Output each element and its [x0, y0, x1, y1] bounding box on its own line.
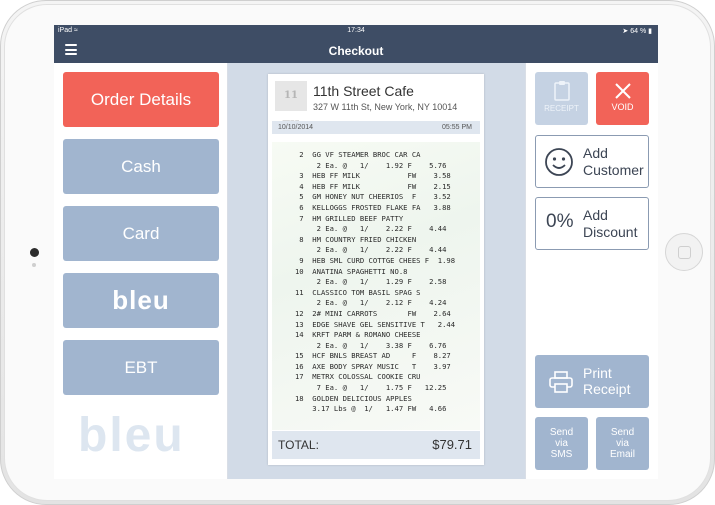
- top-nav: Checkout: [54, 38, 658, 63]
- receipt-line: 5 GM HONEY NUT CHEERIOS F 3.52: [282, 192, 451, 202]
- receipt-line: 2 GG VF STEAMER BROC CAR CA: [282, 150, 421, 159]
- receipt-line: 2 Ea. @ 1/ 2.12 F 4.24: [282, 298, 447, 308]
- send-email-button[interactable]: Send via Email: [596, 417, 649, 470]
- void-button[interactable]: VOID: [596, 72, 649, 125]
- add-discount-label: Add Discount: [583, 207, 638, 240]
- void-button-label: VOID: [611, 102, 634, 112]
- receipt-line: 2 Ea. @ 1/ 1.92 F 5.76: [282, 160, 447, 170]
- receipt-total-bar: TOTAL: $79.71: [272, 431, 480, 459]
- app-screen: iPad ≈ 17:34 ➤ 64 % ▮ Checkout Order Det…: [54, 25, 658, 479]
- receipt-line: 2 Ea. @ 1/ 2.22 F 4.44: [282, 224, 447, 234]
- store-logo: 11 TH: [275, 81, 307, 131]
- payment-methods-panel: Order Details Cash Card bleu EBT bleu: [54, 63, 228, 479]
- home-button[interactable]: [665, 233, 703, 271]
- camera: [30, 248, 39, 257]
- print-receipt-label: Print Receipt: [583, 365, 631, 397]
- add-customer-label: Add Customer: [583, 145, 644, 178]
- receipt-time: 05:55 PM: [442, 124, 472, 131]
- actions-panel: RECEIPT VOID Add Customer 0% Add Discoun…: [525, 63, 658, 479]
- sensor: [32, 263, 36, 267]
- receipt-line: 17 METRX COLOSSAL COOKIE CRU: [282, 372, 421, 382]
- receipt-line: 16 AXE BODY SPRAY MUSIC T 3.97: [282, 361, 451, 371]
- receipt-line: 3 HEB FF MILK FW 3.58: [282, 171, 451, 181]
- total-value: $79.71: [432, 437, 472, 452]
- receipt-lines: 2 GG VF STEAMER BROC CAR CA 2 Ea. @ 1/ 1…: [272, 142, 480, 415]
- order-details-button[interactable]: Order Details: [63, 72, 219, 127]
- receipt-line: 6 KELLOGGS FROSTED FLAKE FA 3.88: [282, 202, 451, 212]
- receipt-line: 11 CLASSICO TOM BASIL SPAG S: [282, 287, 421, 297]
- store-address: 327 W 11th St, New York, NY 10014: [313, 102, 458, 112]
- receipt-line: 8 HM COUNTRY FRIED CHICKEN: [282, 234, 417, 244]
- battery-level: 64 %: [630, 28, 647, 35]
- receipt-line: 9 HEB SML CURD COTTGE CHEES F 1.98: [282, 255, 456, 265]
- clock: 17:34: [347, 27, 365, 34]
- cash-button[interactable]: Cash: [63, 139, 219, 194]
- receipt-line: 3.17 Lbs @ 1/ 1.47 FW 4.66: [282, 404, 447, 414]
- receipt-line: 2 Ea. @ 1/ 3.38 F 6.76: [282, 340, 447, 350]
- bleu-watermark: bleu: [78, 409, 185, 462]
- bleu-logo: bleu: [112, 285, 170, 315]
- receipt-line: 15 HCF BNLS BREAST AD F 8.27: [282, 351, 451, 361]
- card-button[interactable]: Card: [63, 206, 219, 261]
- add-discount-button[interactable]: 0% Add Discount: [535, 197, 649, 250]
- receipt-line: 14 KRFT PARM & ROMANO CHEESE: [282, 330, 421, 340]
- send-sms-button[interactable]: Send via SMS: [535, 417, 588, 470]
- receipt: 11 TH 11th Street Cafe 327 W 11th St, Ne…: [268, 74, 484, 465]
- print-receipt-button[interactable]: Print Receipt: [535, 355, 649, 408]
- receipt-line: 13 EDGE SHAVE GEL SENSITIVE T 2.44: [282, 319, 456, 329]
- home-square-icon: [678, 246, 691, 259]
- receipt-date: 10/10/2014: [278, 124, 314, 131]
- smiley-icon: [545, 148, 573, 176]
- bleu-button[interactable]: bleu: [63, 273, 219, 328]
- receipt-button-label: RECEIPT: [544, 104, 579, 113]
- add-customer-button[interactable]: Add Customer: [535, 135, 649, 188]
- receipt-line: 4 HEB FF MILK FW 2.15: [282, 181, 451, 191]
- status-bar: iPad ≈ 17:34 ➤ 64 % ▮: [54, 25, 658, 38]
- ebt-button[interactable]: EBT: [63, 340, 219, 395]
- receipt-preview-area: 11 TH 11th Street Cafe 327 W 11th St, Ne…: [228, 63, 525, 479]
- receipt-items: 2 GG VF STEAMER BROC CAR CA 2 Ea. @ 1/ 1…: [272, 142, 480, 430]
- receipt-line: 10 ANATINA SPAGHETTI NO.8: [282, 266, 408, 276]
- total-label: TOTAL:: [278, 438, 319, 452]
- receipt-line: 2 Ea. @ 1/ 1.29 F 2.58: [282, 277, 447, 287]
- receipt-line: 7 HM GRILLED BEEF PATTY: [282, 213, 404, 223]
- discount-percent: 0%: [546, 211, 574, 232]
- status-right: ➤ 64 % ▮: [622, 27, 652, 35]
- receipt-line: 2 Ea. @ 1/ 2.22 F 4.44: [282, 245, 447, 255]
- printer-icon: [549, 371, 573, 393]
- receipt-line: 7 Ea. @ 1/ 1.75 F 12.25: [282, 383, 447, 393]
- bluetooth-icon: ➤: [622, 28, 629, 35]
- receipt-date-bar: 10/10/2014 05:55 PM: [272, 121, 480, 134]
- page-title: Checkout: [328, 44, 384, 58]
- receipt-line: 12 2# MINI CARROTS FW 2.64: [282, 308, 451, 318]
- close-icon: [614, 83, 631, 99]
- store-name: 11th Street Cafe: [313, 83, 414, 99]
- receipt-line: 18 GOLDEN DELICIOUS APPLES: [282, 393, 412, 403]
- battery-icon: ▮: [648, 28, 652, 35]
- receipt-button[interactable]: RECEIPT: [535, 72, 588, 125]
- receipt-icon: [553, 81, 570, 101]
